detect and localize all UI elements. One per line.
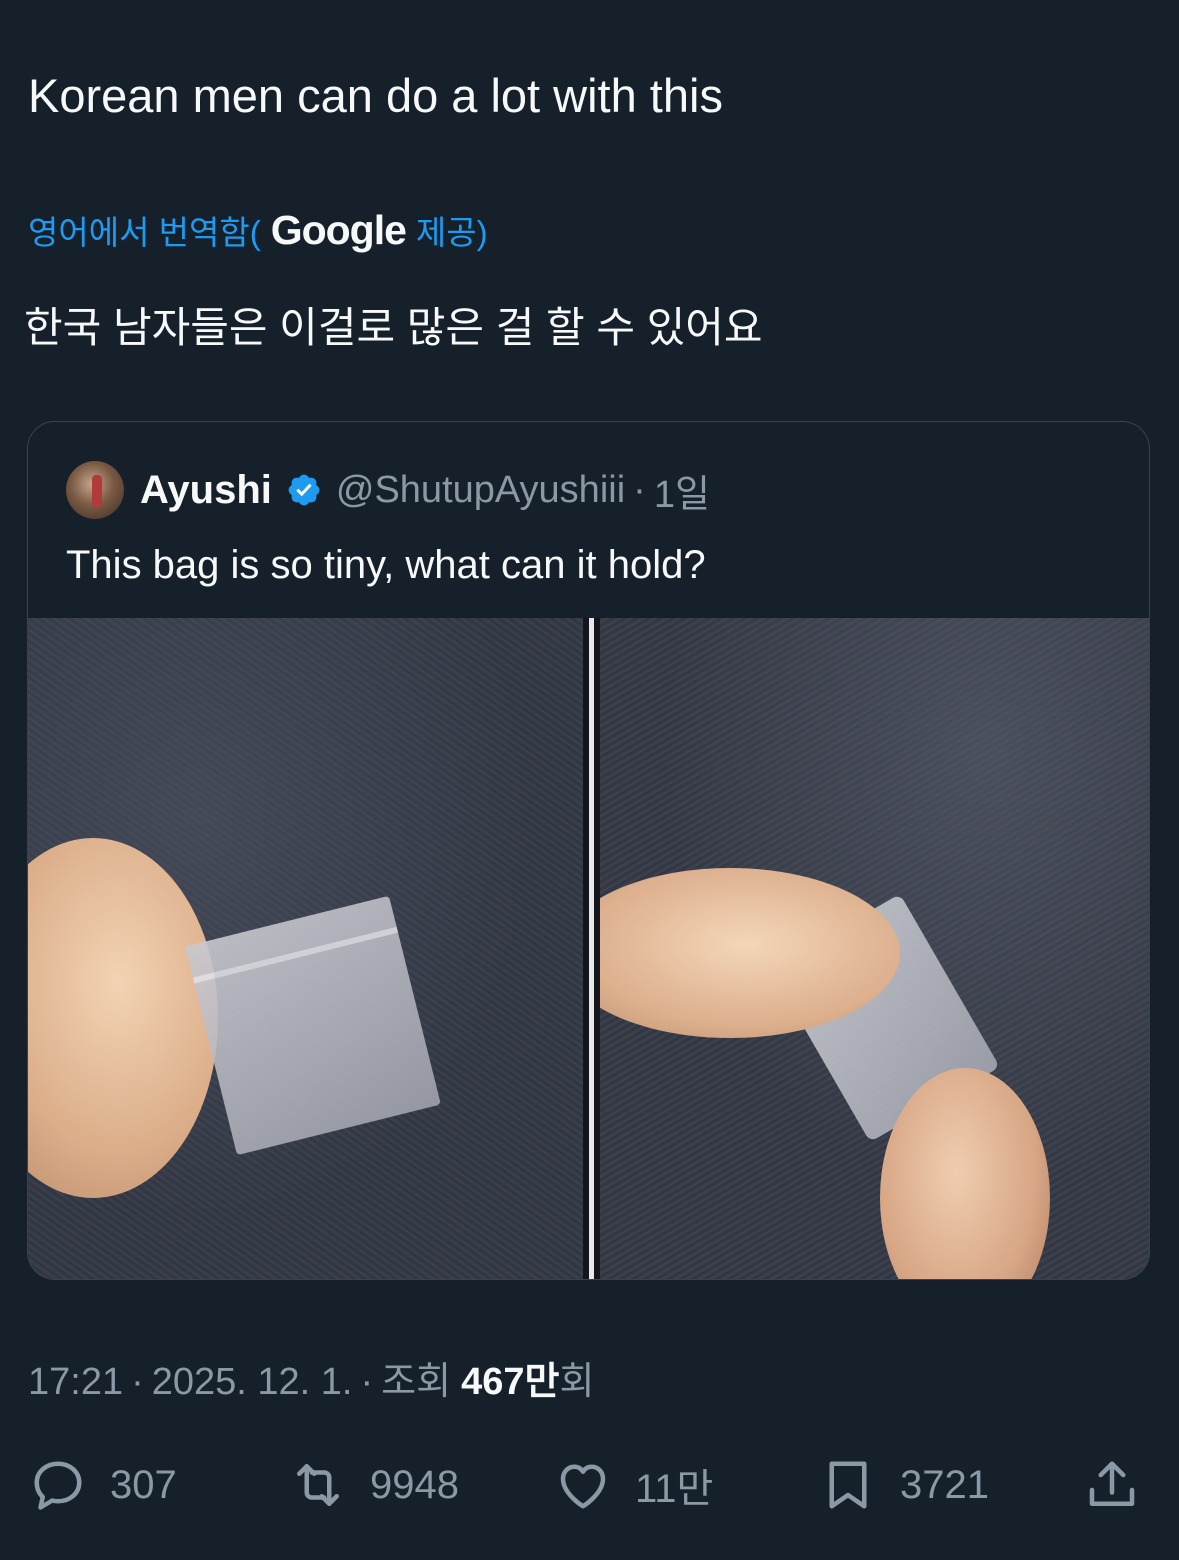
quote-timestamp[interactable]: 1일 xyxy=(654,463,710,518)
media-divider xyxy=(583,618,600,1279)
views-unit: 회 xyxy=(559,1361,595,1403)
reply-button[interactable]: 307 xyxy=(28,1450,177,1520)
like-count: 11만 xyxy=(635,1467,714,1511)
google-wordmark: Google xyxy=(270,206,407,253)
translation-suffix: 제공) xyxy=(415,214,488,251)
action-bar: 307 9948 11만 3721 xyxy=(0,1450,1179,1520)
reply-count: 307 xyxy=(110,1462,177,1507)
views-label: 조회 xyxy=(381,1361,452,1403)
retweet-count: 9948 xyxy=(370,1462,459,1507)
media-panel-left xyxy=(28,618,583,1279)
bookmark-button[interactable]: 3721 xyxy=(818,1450,989,1520)
bookmark-icon xyxy=(829,1461,867,1509)
quote-text: This bag is so tiny, what can it hold? xyxy=(66,543,706,587)
tweet-date[interactable]: 2025. 12. 1. xyxy=(152,1361,353,1404)
reply-icon xyxy=(34,1461,82,1510)
tweet-text: Korean men can do a lot with this xyxy=(28,69,723,122)
views-count[interactable]: 467만 xyxy=(461,1350,559,1405)
tiny-bag-shape xyxy=(185,895,441,1156)
like-button[interactable]: 11만 xyxy=(553,1450,713,1520)
retweet-icon xyxy=(297,1464,339,1506)
media-panel-right xyxy=(600,618,1149,1279)
finger-shape xyxy=(28,838,218,1198)
like-icon xyxy=(560,1464,606,1509)
quote-author-name[interactable]: Ayushi xyxy=(140,468,272,513)
meta-separator: · xyxy=(360,1361,374,1403)
quote-author-handle[interactable]: @ShutupAyushiii xyxy=(336,469,625,512)
bookmark-count: 3721 xyxy=(900,1462,989,1507)
quote-header: Ayushi @ShutupAyushiii · 1일 xyxy=(66,460,710,520)
translation-prefix: 영어에서 번역함( xyxy=(28,214,261,251)
retweet-button[interactable]: 9948 xyxy=(288,1450,459,1520)
quote-media-image[interactable] xyxy=(28,618,1149,1279)
quote-separator: · xyxy=(633,468,646,511)
quote-tweet-card[interactable]: Ayushi @ShutupAyushiii · 1일 This bag is … xyxy=(27,421,1150,1280)
tweet-meta: 17:21 · 2025. 12. 1. · 조회 467만 회 xyxy=(28,1350,594,1405)
translated-text: 한국 남자들은 이걸로 많은 걸 할 수 있어요 xyxy=(24,304,763,351)
translation-attribution[interactable]: 영어에서 번역함( Google 제공) xyxy=(28,206,488,254)
meta-separator: · xyxy=(131,1361,144,1403)
share-button[interactable] xyxy=(1082,1450,1142,1520)
avatar[interactable] xyxy=(66,461,124,519)
tweet-time[interactable]: 17:21 xyxy=(28,1361,123,1404)
share-icon xyxy=(1089,1461,1135,1506)
verified-icon xyxy=(288,474,320,506)
